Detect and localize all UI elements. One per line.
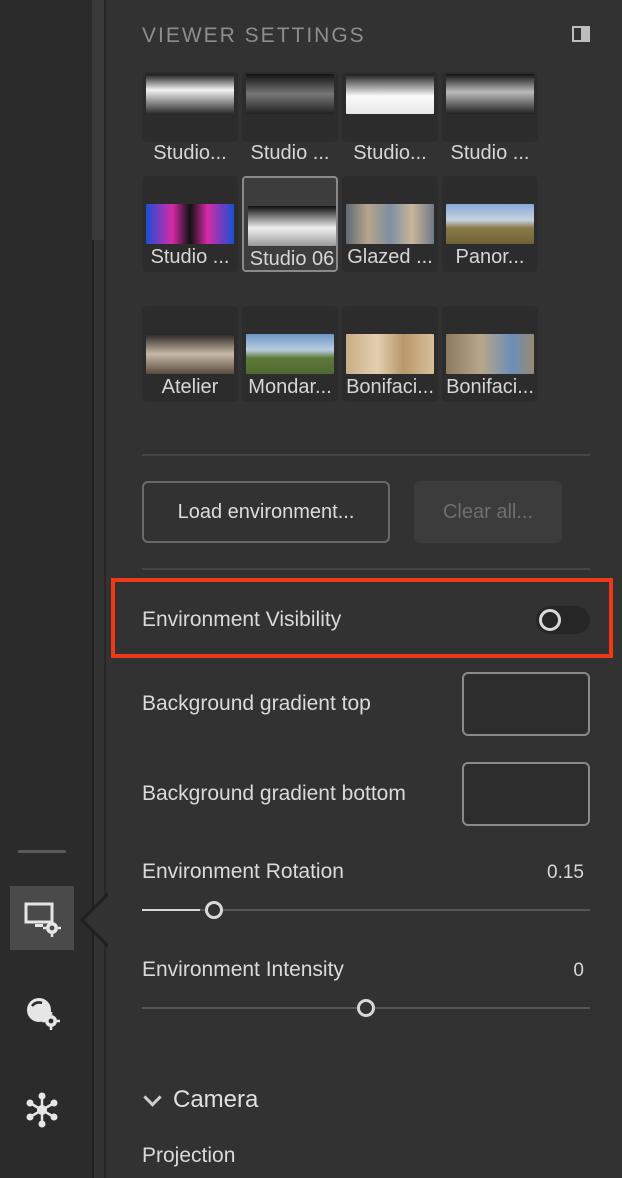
rail-divider [18,850,66,853]
environment-label: Glazed ... [347,246,433,268]
environment-tile[interactable]: Studio ... [142,176,238,272]
environment-thumbnail [346,334,434,374]
chevron-down-icon [143,1087,162,1107]
environment-label: Atelier [161,376,219,398]
camera-section-label: Camera [173,1086,259,1113]
environment-label: Panor... [455,246,525,268]
environment-thumbnail [446,334,534,374]
environment-tile[interactable]: Studio ... [242,72,338,164]
panel-layout-icon[interactable] [572,26,590,42]
environment-tile[interactable]: Studio ... [442,72,538,164]
environment-label: Studio ... [250,142,330,164]
slider-fill [142,909,200,911]
divider [142,568,590,570]
clear-all-button[interactable]: Clear all... [414,481,562,543]
environment-label: Bonifaci... [346,376,434,398]
left-rail [0,0,92,1178]
panel-title: VIEWER SETTINGS [142,24,366,47]
viewer-settings-panel: VIEWER SETTINGS Studio... Studio ... Studi… [106,0,622,1178]
environment-tile[interactable]: Panor... [442,176,538,272]
environment-rotation-slider[interactable] [142,901,590,919]
environment-rotation-value: 0.15 [547,862,584,883]
divider [142,454,590,456]
slider-thumb[interactable] [205,901,223,919]
environment-thumbnail [248,206,336,246]
environment-thumbnail [146,204,234,244]
environment-label: Studio 06 [249,248,335,270]
environment-thumbnail [146,74,234,114]
panel-header: VIEWER SETTINGS [142,22,590,50]
environment-rotation-label: Environment Rotation [142,860,344,883]
environment-tile[interactable]: Atelier [142,306,238,402]
environment-thumbnail [346,74,434,114]
environment-label: Studio... [153,142,227,164]
environment-tile[interactable]: Glazed ... [342,176,438,272]
environment-tile[interactable]: Bonifaci... [342,306,438,402]
environment-label: Studio... [353,142,427,164]
background-gradient-top-label: Background gradient top [142,692,371,715]
toggle-knob [539,609,561,631]
background-gradient-bottom-swatch[interactable] [462,762,590,826]
camera-section-header[interactable]: Camera [142,1086,258,1114]
environment-tile[interactable]: Bonifaci... [442,306,538,402]
environment-intensity-slider[interactable] [142,999,590,1017]
environment-visibility-toggle[interactable] [536,606,590,634]
environment-thumbnail [246,74,334,114]
environment-thumbnail [446,74,534,114]
load-environment-button[interactable]: Load environment... [142,481,390,543]
material-settings-icon[interactable] [10,980,74,1044]
environment-tile[interactable]: Studio... [342,72,438,164]
environment-label: Studio ... [150,246,230,268]
environment-label: Mondar... [248,376,332,398]
environment-intensity-label: Environment Intensity [142,958,344,981]
environment-thumbnail [446,204,534,244]
environment-thumbnail [146,334,234,374]
environment-intensity-value: 0 [573,960,584,981]
background-gradient-bottom-label: Background gradient bottom [142,782,406,805]
slider-thumb[interactable] [357,999,375,1017]
environment-visibility-label: Environment Visibility [142,608,342,631]
viewer-settings-icon[interactable] [10,886,74,950]
environment-label: Studio ... [450,142,530,164]
environment-tile[interactable]: Mondar... [242,306,338,402]
environment-tile[interactable]: Studio 06 [242,176,338,272]
projection-label: Projection [142,1144,236,1167]
environment-label: Bonifaci... [446,376,534,398]
environment-thumbnail [346,204,434,244]
environment-thumbnail [246,334,334,374]
scene-graph-icon[interactable] [10,1078,74,1142]
environment-tile[interactable]: Studio... [142,72,238,164]
background-gradient-top-swatch[interactable] [462,672,590,736]
